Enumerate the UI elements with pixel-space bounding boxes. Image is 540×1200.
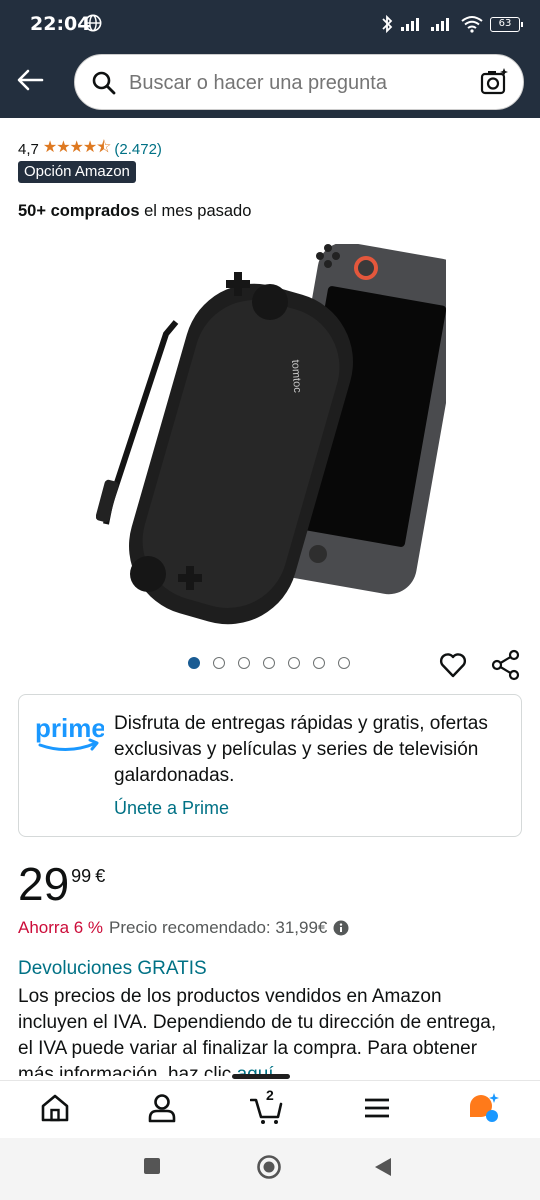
sheet-handle[interactable] xyxy=(232,1074,290,1079)
image-carousel-dots[interactable] xyxy=(188,657,350,669)
system-nav-bar xyxy=(0,1138,540,1200)
svg-text:prime: prime xyxy=(35,713,104,743)
carousel-dot[interactable] xyxy=(213,657,225,669)
search-bar[interactable] xyxy=(74,54,524,110)
prime-promo-card[interactable]: prime Disfruta de entregas rápidas y gra… xyxy=(18,694,522,837)
back-arrow-icon xyxy=(17,69,44,91)
carousel-dot[interactable] xyxy=(263,657,275,669)
info-icon[interactable] xyxy=(333,920,349,936)
amazon-choice-badge[interactable]: Opción Amazon xyxy=(18,161,136,183)
battery-icon: 63 xyxy=(490,16,523,32)
carousel-dot[interactable] xyxy=(288,657,300,669)
join-prime-link[interactable]: Únete a Prime xyxy=(114,798,229,819)
account-icon[interactable] xyxy=(145,1091,179,1125)
star-rating-icon: ★★★★⯪ xyxy=(42,139,112,156)
share-icon[interactable] xyxy=(490,649,522,681)
menu-icon[interactable] xyxy=(360,1091,394,1125)
status-bar: 22:04 63 xyxy=(0,0,540,48)
search-icon xyxy=(92,71,116,95)
home-icon[interactable] xyxy=(38,1091,72,1125)
prime-logo-icon: prime xyxy=(35,713,104,751)
free-returns-link[interactable]: Devoluciones GRATIS xyxy=(18,958,207,980)
recents-icon[interactable] xyxy=(142,1156,162,1176)
price-currency: € xyxy=(95,866,106,886)
bought-period: el mes pasado xyxy=(139,202,252,220)
brand-label: tomtoc xyxy=(289,359,303,393)
rating-value: 4,7 xyxy=(18,141,39,158)
vat-text: Los precios de los productos vendidos en… xyxy=(18,986,497,1076)
home-circle-icon[interactable] xyxy=(256,1154,282,1180)
heart-icon[interactable] xyxy=(438,650,468,680)
signal-icon xyxy=(431,18,449,31)
price: 29 99 € xyxy=(18,858,105,910)
bottom-nav: 2 xyxy=(0,1080,540,1138)
price-fraction: 99 xyxy=(71,866,92,886)
bought-count: 50+ comprados xyxy=(18,202,140,220)
bluetooth-icon xyxy=(382,14,393,34)
rufus-icon[interactable] xyxy=(466,1091,500,1125)
search-input[interactable] xyxy=(129,65,469,101)
status-time: 22:04 xyxy=(30,13,91,35)
prime-message: Disfruta de entregas rápidas y gratis, o… xyxy=(114,713,488,786)
rating-count-link[interactable]: (2.472) xyxy=(114,141,162,158)
carousel-dot[interactable] xyxy=(238,657,250,669)
cart-button[interactable]: 2 xyxy=(249,1087,284,1125)
back-button[interactable] xyxy=(14,64,46,96)
status-icons: 63 xyxy=(380,12,523,36)
product-image[interactable]: tomtoc xyxy=(96,244,446,634)
reference-price: Precio recomendado: 31,99€ xyxy=(109,918,328,937)
vat-info: Los precios de los productos vendidos en… xyxy=(18,984,508,1076)
bought-last-month: 50+ comprados el mes pasado xyxy=(18,202,251,221)
app-header xyxy=(0,48,540,118)
carousel-dot[interactable] xyxy=(338,657,350,669)
price-whole: 29 xyxy=(18,858,70,910)
savings-row: Ahorra 6 % Precio recomendado: 31,99€ xyxy=(18,918,349,938)
back-triangle-icon[interactable] xyxy=(372,1156,394,1178)
wifi-icon xyxy=(461,16,483,33)
signal-icon xyxy=(401,18,419,31)
cart-count: 2 xyxy=(266,1087,274,1103)
globe-icon xyxy=(84,14,102,32)
rating-row[interactable]: 4,7 ★★★★⯪ (2.472) xyxy=(18,136,162,163)
carousel-dot[interactable] xyxy=(313,657,325,669)
savings-percent: Ahorra 6 % xyxy=(18,918,104,937)
carousel-dot[interactable] xyxy=(188,657,200,669)
camera-search-icon[interactable] xyxy=(479,67,509,97)
